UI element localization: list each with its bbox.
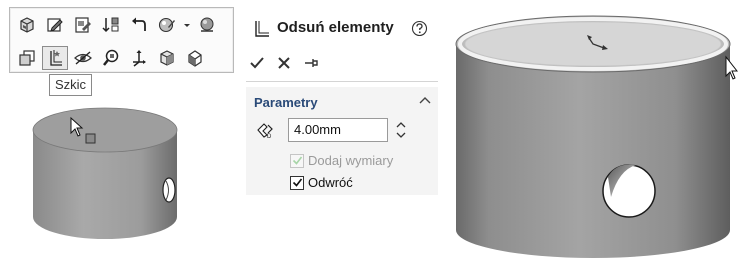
ok-check-icon[interactable] [248,54,266,72]
small-cylinder-view[interactable] [30,105,190,245]
sort-icon[interactable] [98,13,124,37]
view-orientation-icon[interactable] [14,13,40,37]
plane-icon[interactable] [194,13,220,37]
pm-title: Odsuń elementy [277,19,394,36]
view-cube-icon[interactable] [154,46,180,70]
svg-text:D: D [267,134,272,139]
edit-feature-icon[interactable] [70,13,96,37]
offset-distance-input[interactable]: 4.00mm [288,118,388,142]
cancel-x-icon[interactable] [275,54,293,72]
context-toolbar [9,7,234,73]
pm-title-row: Odsuń elementy [246,18,438,40]
edit-sketch-icon[interactable] [42,13,68,37]
hide-icon[interactable] [70,46,96,70]
parameters-section: Parametry D 4.00mm Dodaj wymiary Odwróć [246,87,438,195]
spin-stepper-icon[interactable] [394,118,408,142]
collapse-chevron-icon[interactable] [419,95,431,105]
offset-entities-icon [255,21,269,37]
zoom-to-selection-icon[interactable] [98,46,124,70]
large-cylinder-view[interactable] [446,2,743,265]
pm-divider [246,81,438,82]
tooltip-sketch: Szkic [49,74,93,96]
sketch-point-marker [85,133,96,144]
property-manager-offset-entities: Odsuń elementy Parametry D 4.00mm Dodaj … [246,12,438,195]
cylinder-top-face [32,107,178,153]
move-triad-icon[interactable] [126,46,152,70]
add-dimensions-label: Dodaj wymiary [308,153,394,168]
pushpin-icon[interactable] [302,54,320,72]
offset-distance-icon: D [257,123,273,139]
appearance-dropdown-icon[interactable] [182,13,192,37]
pm-actions [248,54,320,72]
toolbar-row-1 [14,13,222,37]
appearance-icon[interactable] [154,13,180,37]
add-dimensions-checkbox-row[interactable]: Dodaj wymiary [290,153,393,168]
help-icon[interactable] [411,20,428,37]
reverse-checkbox[interactable] [290,175,304,190]
reverse-checkbox-row[interactable]: Odwróć [290,175,353,190]
sketch-icon[interactable] [42,46,68,70]
normal-to-icon[interactable] [14,46,40,70]
add-dimensions-checkbox[interactable] [290,153,304,168]
section-title: Parametry [254,95,318,110]
toolbar-row-2 [14,46,210,70]
undo-arrow-icon[interactable] [126,13,152,37]
cylinder-side-large [456,44,730,258]
section-view-icon[interactable] [182,46,208,70]
reverse-label: Odwróć [308,175,353,190]
